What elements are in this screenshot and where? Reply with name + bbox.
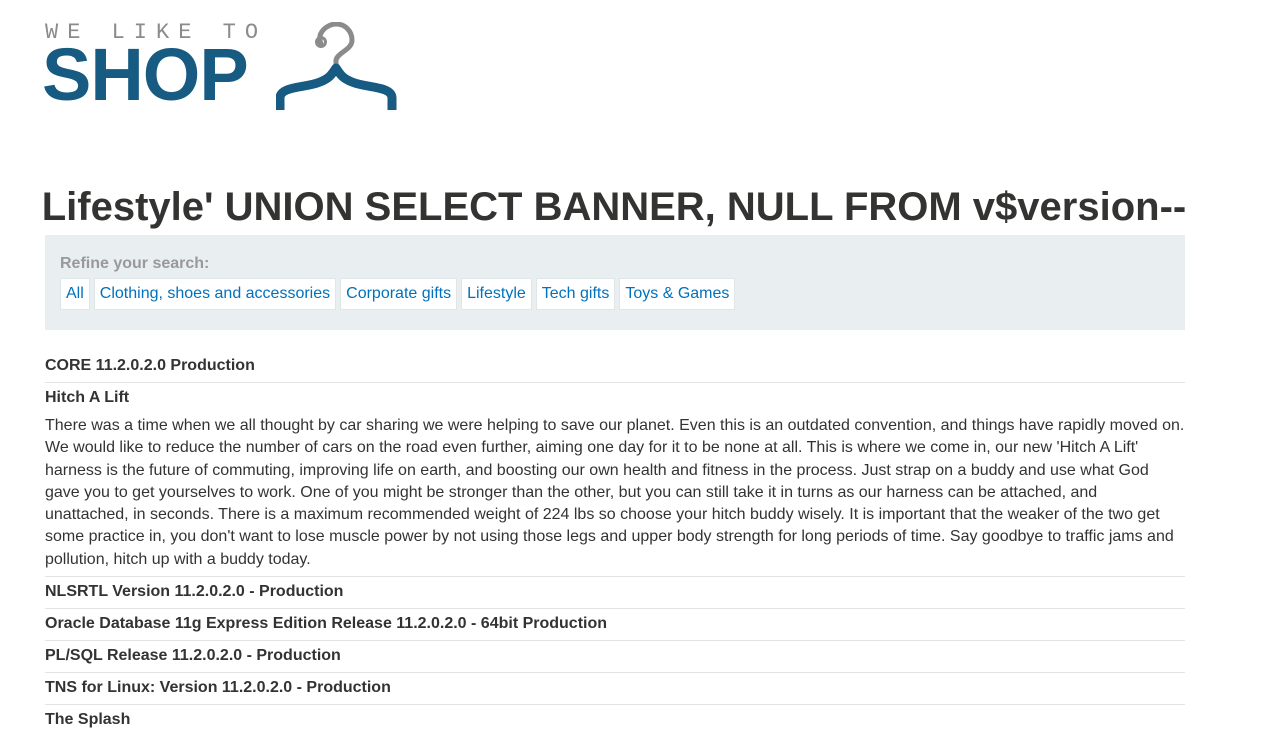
page-title: Lifestyle' UNION SELECT BANNER, NULL FRO… [41,184,1187,229]
results-table: CORE 11.2.0.2.0 Production Hitch A Lift … [45,351,1185,736]
row-title: TNS for Linux: Version 11.2.0.2.0 - Prod… [45,679,391,697]
hanger-icon [276,22,397,110]
filter-link-corporate-gifts[interactable]: Corporate gifts [340,278,458,310]
row-description: There was a time when we all thought by … [45,417,1185,568]
filter-link-lifestyle[interactable]: Lifestyle [461,278,532,310]
row-title: The Splash [45,711,131,729]
logo-wordmark: SHOP [42,33,249,116]
table-row: Oracle Database 11g Express Edition Rele… [45,609,1185,642]
table-row: The Splash [45,705,1185,736]
table-row: CORE 11.2.0.2.0 Production [45,351,1185,383]
row-title: NLSRTL Version 11.2.0.2.0 - Production [45,583,344,601]
table-row: Hitch A Lift There was a time when we al… [45,383,1185,578]
filter-link-tech-gifts[interactable]: Tech gifts [535,278,616,310]
site-logo[interactable]: WE LIKE TO SHOP [42,18,404,118]
row-title: CORE 11.2.0.2.0 Production [45,357,255,374]
filter-link-all[interactable]: All [60,278,90,310]
filter-links: All Clothing, shoes and accessories Corp… [60,278,736,310]
filter-link-clothing[interactable]: Clothing, shoes and accessories [93,278,337,310]
table-row: PL/SQL Release 11.2.0.2.0 - Production [45,641,1185,674]
row-title: Hitch A Lift [45,389,130,406]
filter-link-toys-games[interactable]: Toys & Games [619,278,736,310]
table-row: NLSRTL Version 11.2.0.2.0 - Production [45,577,1185,610]
row-title: Oracle Database 11g Express Edition Rele… [45,615,608,633]
filter-panel: Refine your search: All Clothing, shoes … [45,235,1185,330]
row-title: PL/SQL Release 11.2.0.2.0 - Production [45,647,341,665]
filter-label: Refine your search: [60,255,210,272]
table-row: TNS for Linux: Version 11.2.0.2.0 - Prod… [45,673,1185,706]
